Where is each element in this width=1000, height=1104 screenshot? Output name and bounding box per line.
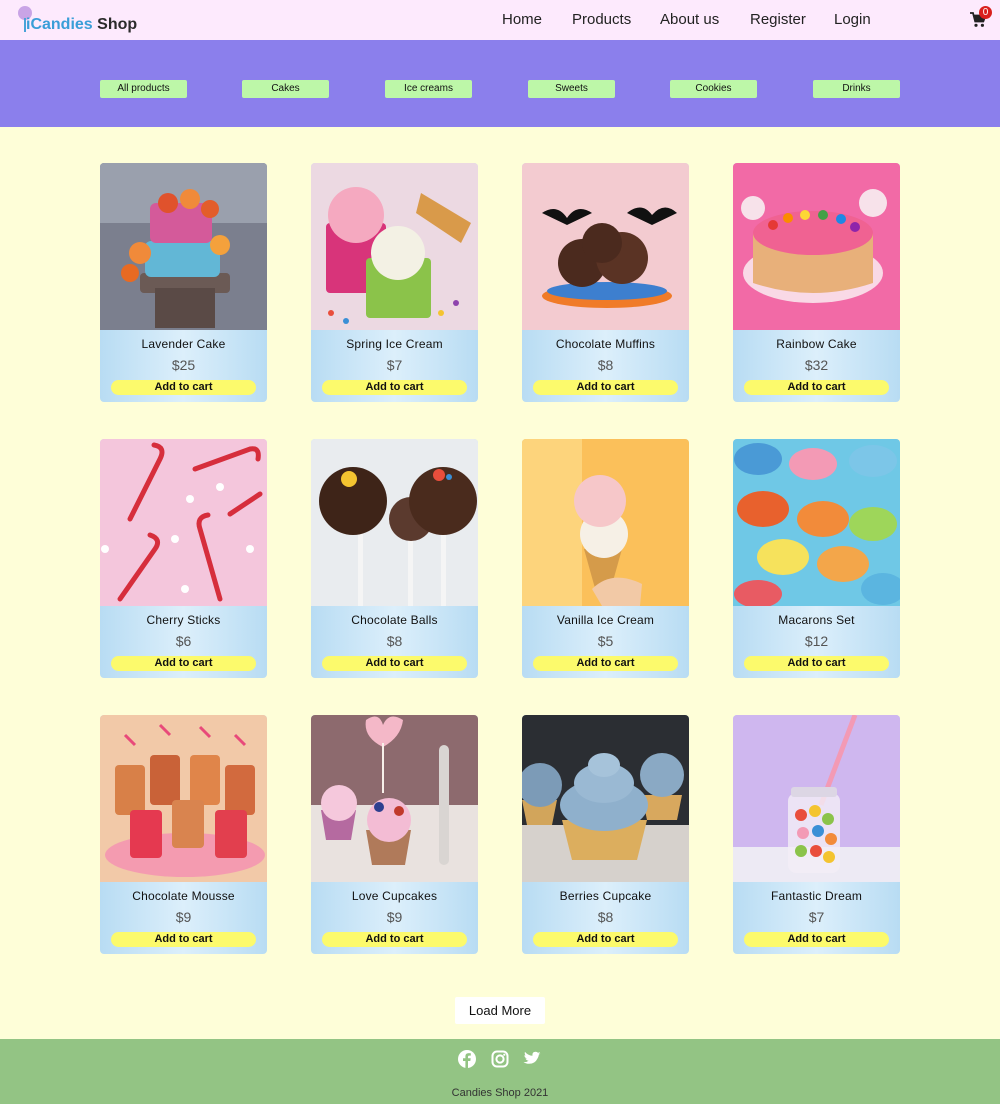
add-to-cart-button[interactable]: Add to cart <box>322 932 467 947</box>
add-to-cart-button[interactable]: Add to cart <box>744 932 889 947</box>
product-image-cherry-sticks[interactable] <box>100 439 267 606</box>
product-image-chocolate-mousse[interactable] <box>100 715 267 882</box>
product-name: Chocolate Muffins <box>555 337 656 351</box>
category-cookies[interactable]: Cookies <box>670 80 757 98</box>
product-image-love-cupcakes[interactable] <box>311 715 478 882</box>
product-price: $12 <box>804 633 829 649</box>
product-name: Spring Ice Cream <box>346 337 443 351</box>
product-name: Rainbow Cake <box>776 337 857 351</box>
product-price: $6 <box>175 633 192 649</box>
product-price: $8 <box>597 357 614 373</box>
add-to-cart-button[interactable]: Add to cart <box>533 656 678 671</box>
product-name: Fantastic Dream <box>770 889 863 903</box>
product-card: Vanilla Ice Cream $5 Add to cart <box>522 439 689 678</box>
product-price: $25 <box>171 357 196 373</box>
product-card: Berries Cupcake $8 Add to cart <box>522 715 689 954</box>
product-card: Spring Ice Cream $7 Add to cart <box>311 163 478 402</box>
add-to-cart-button[interactable]: Add to cart <box>322 656 467 671</box>
product-price: $9 <box>386 909 403 925</box>
add-to-cart-button[interactable]: Add to cart <box>533 380 678 395</box>
product-card: Lavender Cake $25 Add to cart <box>100 163 267 402</box>
brand-name: iCandies Shop <box>26 16 138 33</box>
product-card: Fantastic Dream $7 Add to cart <box>733 715 900 954</box>
product-image-lavender-cake[interactable] <box>100 163 267 330</box>
product-image-berries-cupcake[interactable] <box>522 715 689 882</box>
cart-count-badge: 0 <box>979 6 992 19</box>
copyright-text: Candies Shop 2021 <box>451 1087 549 1099</box>
product-card: Cherry Sticks $6 Add to cart <box>100 439 267 678</box>
category-sweets[interactable]: Sweets <box>528 80 615 98</box>
product-name: Chocolate Balls <box>351 613 438 627</box>
product-image-vanilla-ice-cream[interactable] <box>522 439 689 606</box>
product-card: Chocolate Muffins $8 Add to cart <box>522 163 689 402</box>
nav-register[interactable]: Register <box>750 11 806 28</box>
logo[interactable]: iCandies Shop <box>18 6 138 36</box>
facebook-icon[interactable] <box>458 1050 476 1068</box>
product-name: Berries Cupcake <box>559 889 652 903</box>
product-image-rainbow-cake[interactable] <box>733 163 900 330</box>
nav-about-us[interactable]: About us <box>660 11 719 28</box>
product-card: Love Cupcakes $9 Add to cart <box>311 715 478 954</box>
product-card: Chocolate Balls $8 Add to cart <box>311 439 478 678</box>
product-name: Vanilla Ice Cream <box>556 613 655 627</box>
product-name: Lavender Cake <box>141 337 226 351</box>
product-name: Chocolate Mousse <box>132 889 235 903</box>
site-header: iCandies Shop Home Products About us Reg… <box>0 0 1000 40</box>
product-price: $8 <box>386 633 403 649</box>
nav-login[interactable]: Login <box>834 11 871 28</box>
product-card: Chocolate Mousse $9 Add to cart <box>100 715 267 954</box>
product-price: $7 <box>808 909 825 925</box>
product-price: $5 <box>597 633 614 649</box>
product-price: $32 <box>804 357 829 373</box>
product-image-chocolate-balls[interactable] <box>311 439 478 606</box>
add-to-cart-button[interactable]: Add to cart <box>322 380 467 395</box>
product-card: Macarons Set $12 Add to cart <box>733 439 900 678</box>
add-to-cart-button[interactable]: Add to cart <box>111 932 256 947</box>
product-price: $9 <box>175 909 192 925</box>
category-bar: All products Cakes Ice creams Sweets Coo… <box>0 40 1000 127</box>
category-all-products[interactable]: All products <box>100 80 187 98</box>
load-more-button[interactable]: Load More <box>455 997 545 1024</box>
product-price: $7 <box>386 357 403 373</box>
nav-products[interactable]: Products <box>572 11 631 28</box>
add-to-cart-button[interactable]: Add to cart <box>533 932 678 947</box>
category-ice-creams[interactable]: Ice creams <box>385 80 472 98</box>
twitter-icon[interactable] <box>523 1050 541 1068</box>
product-price: $8 <box>597 909 614 925</box>
category-cakes[interactable]: Cakes <box>242 80 329 98</box>
instagram-icon[interactable] <box>491 1050 509 1068</box>
product-image-macarons-set[interactable] <box>733 439 900 606</box>
product-image-spring-ice-cream[interactable] <box>311 163 478 330</box>
product-name: Macarons Set <box>778 613 855 627</box>
add-to-cart-button[interactable]: Add to cart <box>111 380 256 395</box>
add-to-cart-button[interactable]: Add to cart <box>744 656 889 671</box>
add-to-cart-button[interactable]: Add to cart <box>744 380 889 395</box>
add-to-cart-button[interactable]: Add to cart <box>111 656 256 671</box>
site-footer: Candies Shop 2021 <box>0 1039 1000 1104</box>
product-image-fantastic-dream[interactable] <box>733 715 900 882</box>
product-name: Love Cupcakes <box>351 889 438 903</box>
product-name: Cherry Sticks <box>146 613 221 627</box>
product-image-chocolate-muffins[interactable] <box>522 163 689 330</box>
product-card: Rainbow Cake $32 Add to cart <box>733 163 900 402</box>
category-drinks[interactable]: Drinks <box>813 80 900 98</box>
nav-home[interactable]: Home <box>502 11 542 28</box>
